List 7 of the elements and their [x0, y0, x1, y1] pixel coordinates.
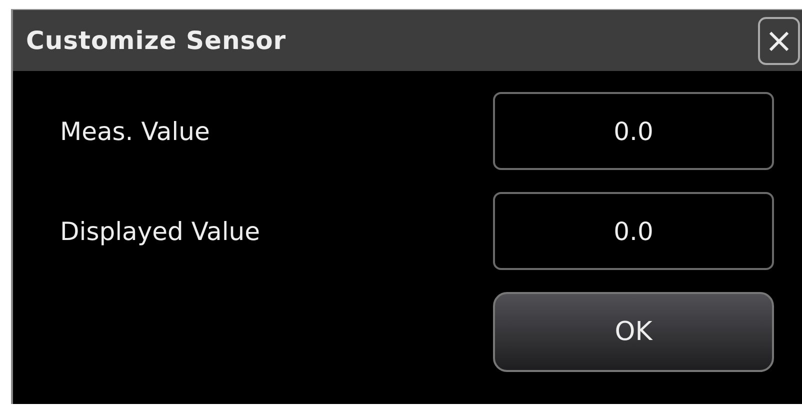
dialog-title: Customize Sensor	[26, 26, 286, 55]
field-label: Meas. Value	[60, 116, 210, 146]
field-label: Displayed Value	[60, 216, 260, 246]
value-field[interactable]: 0.0	[493, 92, 774, 170]
value-field[interactable]: 0.0	[493, 192, 774, 270]
ok-button[interactable]: OK	[493, 292, 774, 372]
close-button[interactable]: ×	[758, 16, 800, 64]
